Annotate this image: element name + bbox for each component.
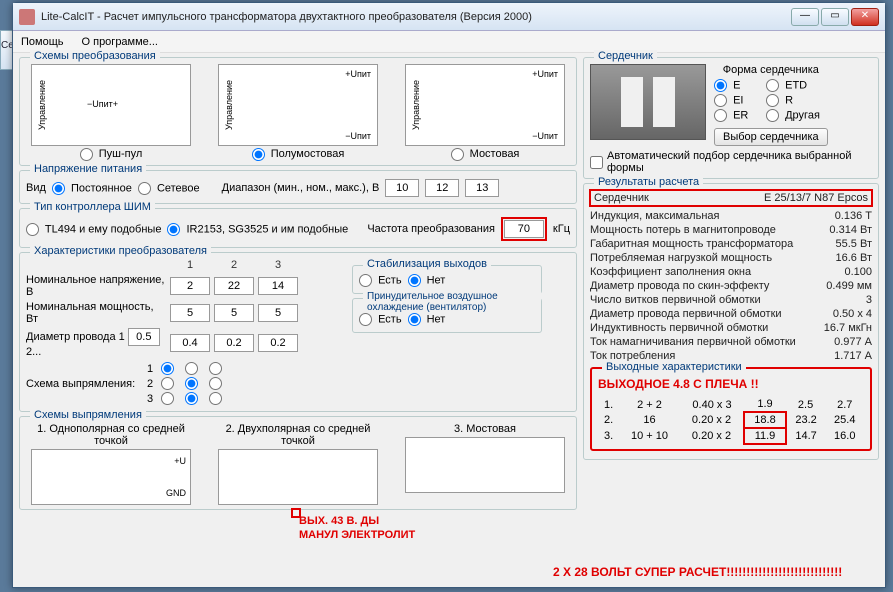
d2-input[interactable]	[170, 334, 210, 352]
anno-out48: ВЫХОДНОЕ 4.8 С ПЛЕЧА !!	[598, 377, 864, 391]
radio-bridge[interactable]: Мостовая	[448, 146, 523, 162]
group-core: Сердечник Форма сердечника E ETD EI R ER…	[583, 57, 879, 179]
scheme-push-pull-image: Управление −Uпит+	[31, 64, 191, 146]
nom-voltage-label: Номинальное напряжение, В	[26, 274, 166, 298]
fan-yes[interactable]: Есть	[359, 313, 402, 326]
group-power: Напряжение питания Вид Постоянное Сетево…	[19, 170, 577, 204]
anno-43b: МАНУЛ ЭЛЕКТРОЛИТ	[299, 529, 415, 541]
nom-power-label: Номинальная мощность, Вт	[26, 301, 166, 325]
window-title: Lite-CalcIT - Расчет импульсного трансфо…	[41, 11, 791, 23]
d1-input[interactable]	[128, 328, 160, 346]
anno-marker-icon	[291, 508, 301, 518]
v2-input[interactable]	[214, 277, 254, 295]
minimize-button[interactable]: —	[791, 8, 819, 26]
scheme-bridge-image: Управление +Uпит −Uпит	[405, 64, 565, 146]
range-label: Диапазон (мин., ном., макс.), В	[222, 182, 380, 194]
rect-scheme-3-image	[405, 437, 565, 493]
group-stab: Стабилизация выходов Есть Нет	[352, 265, 542, 294]
core-er[interactable]: ER	[714, 109, 756, 122]
voltage-max-input[interactable]	[465, 179, 499, 197]
close-button[interactable]: ✕	[851, 8, 879, 26]
radio-dc[interactable]: Постоянное	[52, 182, 132, 195]
group-schemes: Схемы преобразования Управление −Uпит+ П…	[19, 57, 577, 166]
rect-legend: Схемы выпрямления	[30, 409, 146, 421]
app-icon	[19, 9, 35, 25]
scheme-half-bridge-image: Управление +Uпит −Uпит	[218, 64, 378, 146]
p3-input[interactable]	[258, 304, 298, 322]
radio-push-pull[interactable]: Пуш-пул	[77, 146, 146, 162]
d4-input[interactable]	[258, 334, 298, 352]
radio-half-bridge[interactable]: Полумостовая	[249, 146, 348, 162]
core-image	[590, 64, 706, 140]
main-window: Lite-CalcIT - Расчет импульсного трансфо…	[12, 2, 886, 588]
rect-scheme-1-image: +UGND	[31, 449, 191, 505]
group-results: Результаты расчета СердечникE 25/13/7 N8…	[583, 183, 879, 460]
radio-ac[interactable]: Сетевое	[138, 182, 200, 195]
output-table: 1.2 + 20.40 x 31.92.52.7 2.160.20 x 218.…	[598, 397, 864, 445]
titlebar[interactable]: Lite-CalcIT - Расчет импульсного трансфо…	[13, 3, 885, 31]
conv-legend: Характеристики преобразователя	[30, 245, 211, 257]
radio-ir2153[interactable]: IR2153, SG3525 и им подобные	[167, 223, 348, 236]
v3-input[interactable]	[258, 277, 298, 295]
stab-yes[interactable]: Есть	[359, 274, 402, 287]
rect-scheme-label: Схема выпрямления:	[26, 378, 135, 390]
rect-scheme-2-image	[218, 449, 378, 505]
fan-no[interactable]: Нет	[408, 313, 446, 326]
voltage-nom-input[interactable]	[425, 179, 459, 197]
p2-input[interactable]	[214, 304, 254, 322]
stab-no[interactable]: Нет	[408, 274, 446, 287]
group-fan: Принудительное воздушное охлаждение (вен…	[352, 298, 542, 333]
group-pwm: Тип контроллера ШИМ TL494 и ему подобные…	[19, 208, 577, 248]
schemes-legend: Схемы преобразования	[30, 50, 160, 62]
maximize-button[interactable]: ▭	[821, 8, 849, 26]
group-rect: Схемы выпрямления 1. Однополярная со сре…	[19, 416, 577, 510]
anno-final: 2 Х 28 ВОЛЬТ СУПЕР РАСЧЕТ!!!!!!!!!!!!!!!…	[553, 565, 842, 579]
core-e[interactable]: E	[714, 79, 756, 92]
core-ei[interactable]: EI	[714, 94, 756, 107]
d3-input[interactable]	[214, 334, 254, 352]
freq-input[interactable]	[504, 220, 544, 238]
menu-about[interactable]: О программе...	[82, 36, 158, 48]
p1-input[interactable]	[170, 304, 210, 322]
pick-core-button[interactable]: Выбор сердечника	[714, 128, 828, 146]
radio-tl494[interactable]: TL494 и ему подобные	[26, 223, 161, 236]
voltage-min-input[interactable]	[385, 179, 419, 197]
anno-43a: ВЫХ. 43 В. ДЫ	[299, 515, 379, 527]
group-output: Выходные характеристики ВЫХОДНОЕ 4.8 С П…	[590, 367, 872, 451]
freq-label: Частота преобразования	[367, 223, 495, 235]
power-legend: Напряжение питания	[30, 163, 146, 175]
core-r[interactable]: R	[766, 94, 828, 107]
freq-unit: кГц	[553, 223, 570, 235]
v1-input[interactable]	[170, 277, 210, 295]
pwm-legend: Тип контроллера ШИМ	[30, 201, 155, 213]
autofit-checkbox[interactable]: Автоматический подбор сердечника выбранн…	[590, 150, 872, 174]
group-conv: Характеристики преобразователя 123 Номин…	[19, 252, 577, 412]
power-type-label: Вид	[26, 182, 46, 194]
menu-help[interactable]: Помощь	[21, 36, 64, 48]
core-etd[interactable]: ETD	[766, 79, 828, 92]
core-other[interactable]: Другая	[766, 109, 828, 122]
